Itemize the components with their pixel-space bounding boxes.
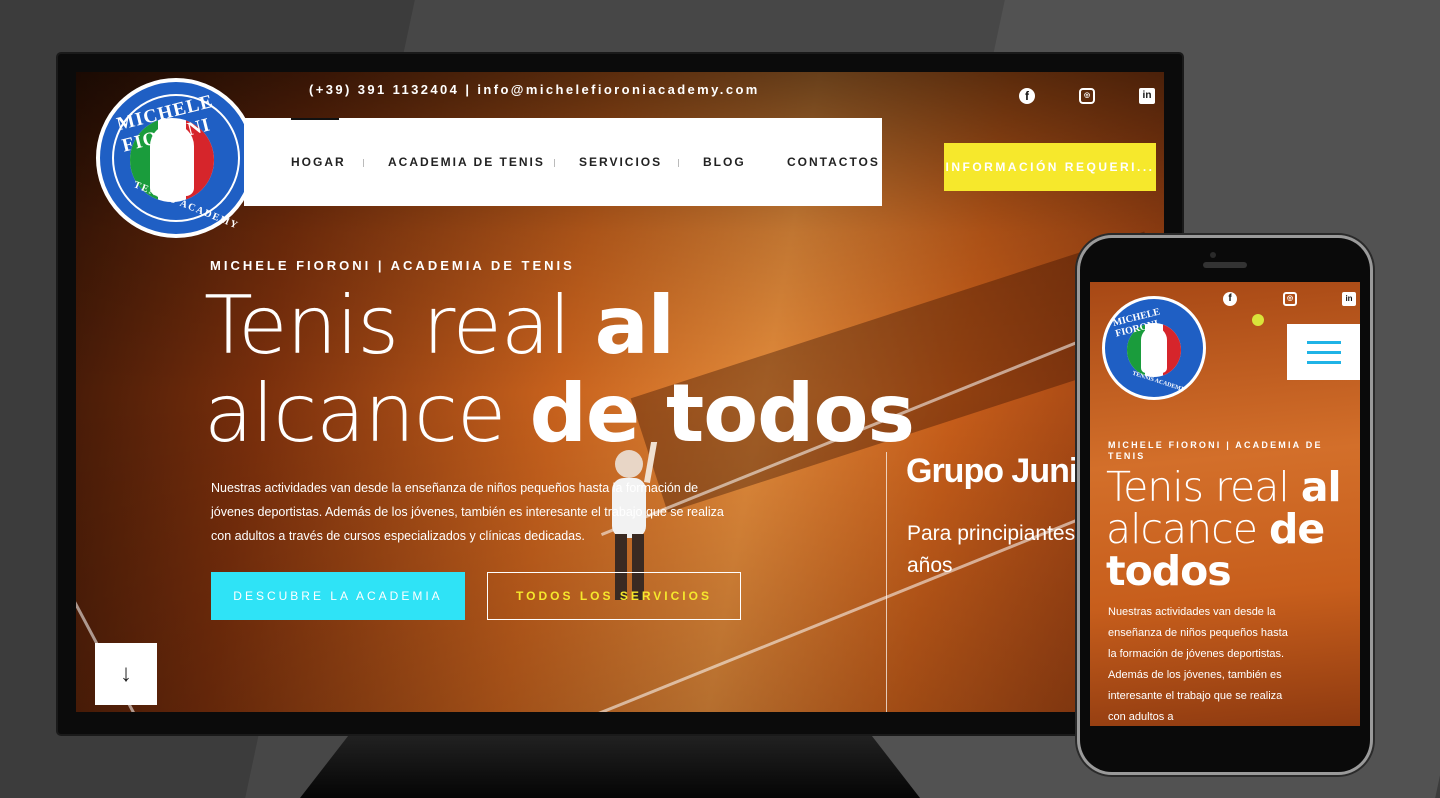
arrow-down-icon: ↓	[120, 660, 132, 687]
scroll-down-button[interactable]: ↓	[95, 643, 157, 705]
nav-active-indicator	[291, 118, 339, 120]
hero-paragraph: Nuestras actividades van desde la enseña…	[211, 481, 724, 543]
academy-logo[interactable]: MICHELE FIORONI TENNIS ACADEMY	[96, 78, 256, 238]
hero-kicker: MICHELE FIORONI | ACADEMIA DE TENIS	[210, 258, 575, 273]
instagram-icon[interactable]: ◎	[1283, 292, 1297, 306]
phone-speaker	[1203, 262, 1247, 268]
hero-title: Tenis real al alcance de todos	[204, 279, 915, 460]
desktop-monitor: MICHELE FIORONI TENNIS ACADEMY (+39) 391…	[58, 54, 1182, 734]
hero-title: Tenis real al alcance de todos	[1106, 463, 1342, 595]
all-services-button[interactable]: TODOS LOS SERVICIOS	[487, 572, 741, 620]
menu-toggle-button[interactable]	[1287, 324, 1360, 380]
hamburger-icon	[1307, 351, 1341, 354]
linkedin-icon[interactable]: in	[1139, 88, 1155, 104]
mobile-phone: f ◎ in MICHELE FIORONI TENNIS ACADEMY MI…	[1080, 238, 1370, 772]
hero-paragraph: Nuestras actividades van desde la enseña…	[1108, 606, 1288, 723]
slide-divider	[886, 452, 887, 712]
slide-title: Grupo Junior	[906, 452, 1110, 490]
contact-info[interactable]: (+39) 391 1132404 | info@michelefioronia…	[309, 82, 760, 97]
tennis-ball	[1252, 314, 1264, 326]
hamburger-icon	[1307, 341, 1341, 344]
desktop-screen: MICHELE FIORONI TENNIS ACADEMY (+39) 391…	[76, 72, 1164, 712]
hamburger-icon	[1307, 361, 1341, 364]
info-request-button[interactable]: INFORMACIÓN REQUERI...	[944, 143, 1156, 191]
nav-separator	[363, 159, 364, 167]
nav-item-academy[interactable]: ACADEMIA DE TENIS	[388, 155, 545, 169]
hero-kicker: MICHELE FIORONI | ACADEMIA DE TENIS	[1108, 440, 1323, 461]
discover-academy-button[interactable]: DESCUBRE LA ACADEMIA	[211, 572, 465, 620]
linkedin-icon[interactable]: in	[1342, 292, 1356, 306]
nav-item-blog[interactable]: BLOG	[703, 155, 746, 169]
facebook-icon[interactable]: f	[1019, 88, 1035, 104]
academy-logo[interactable]: MICHELE FIORONI TENNIS ACADEMY	[1102, 296, 1206, 400]
nav-separator	[678, 159, 679, 167]
nav-item-services[interactable]: SERVICIOS	[579, 155, 662, 169]
nav-item-home[interactable]: HOGAR	[291, 155, 346, 169]
mobile-screen: f ◎ in MICHELE FIORONI TENNIS ACADEMY MI…	[1090, 282, 1360, 726]
phone-camera	[1210, 252, 1216, 258]
nav-item-contacts[interactable]: CONTACTOS	[787, 155, 880, 169]
facebook-icon[interactable]: f	[1223, 292, 1237, 306]
monitor-stand	[300, 734, 920, 798]
instagram-icon[interactable]: ◎	[1079, 88, 1095, 104]
nav-separator	[554, 159, 555, 167]
